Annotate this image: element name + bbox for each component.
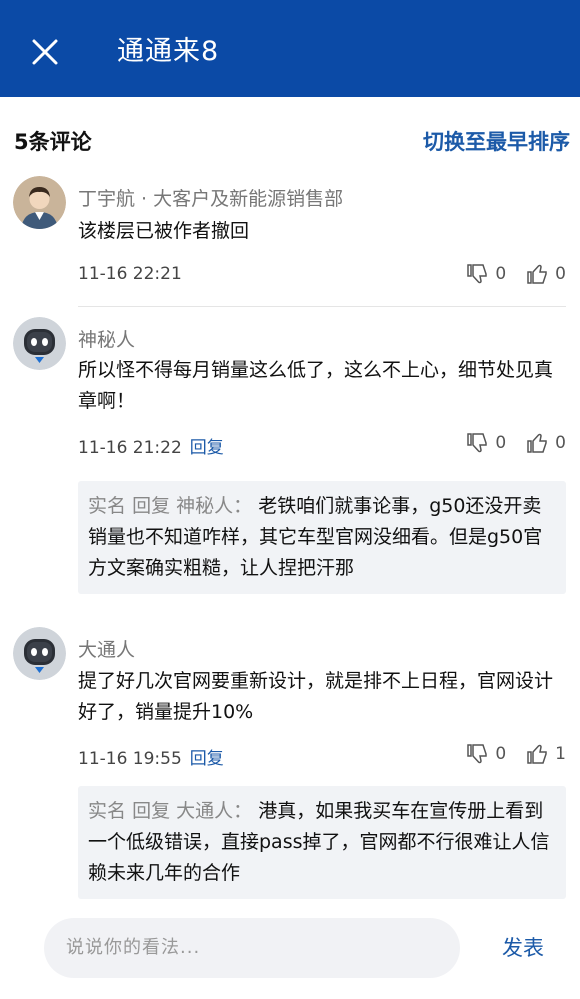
dislike-button[interactable]: 0 (466, 262, 506, 286)
dislike-count: 0 (495, 744, 507, 764)
comment-author[interactable]: 丁宇航 · 大客户及新能源销售部 (78, 184, 343, 211)
reply-keyword: 回复 (132, 800, 171, 822)
comment-input-bar: 说说你的看法... 发表 (0, 912, 580, 999)
comment-text: 提了好几次官网要重新设计，就是排不上日程，官网设计好了，销量提升10% (78, 670, 554, 723)
close-icon[interactable] (29, 36, 61, 68)
reply-target[interactable]: 神秘人： (176, 495, 252, 517)
comment-item: 神秘人 所以怪不得每月销量这么低了，这么不上心，细节处见真章啊！ 11-16 2… (0, 317, 580, 607)
submit-button[interactable]: 发表 (502, 932, 544, 962)
thumbs-down-icon (467, 264, 488, 284)
thumbs-up-icon (527, 433, 547, 453)
comment-actions: 0 0 (446, 262, 566, 286)
comments-toolbar: 5条评论 切换至最早排序 (0, 118, 580, 162)
like-count: 1 (555, 744, 566, 764)
comment-item: 大通人 提了好几次官网要重新设计，就是排不上日程，官网设计好了，销量提升10% … (0, 627, 580, 907)
thumbs-up-icon (527, 264, 547, 284)
comment-input[interactable]: 说说你的看法... (44, 918, 460, 978)
sort-toggle-button[interactable]: 切换至最早排序 (423, 126, 570, 156)
reply-button[interactable]: 回复 (190, 438, 224, 458)
like-count: 0 (555, 433, 566, 453)
reply-box: 实名 回复 神秘人： 老铁咱们就事论事，g50还没开卖销量也不知道咋样，其它车型… (78, 481, 566, 594)
comment-time: 11-16 19:55 (78, 749, 182, 769)
reply-author[interactable]: 实名 (88, 495, 126, 517)
robot-avatar[interactable] (13, 627, 66, 680)
comment-text: 所以怪不得每月销量这么低了，这么不上心，细节处见真章啊！ (78, 359, 554, 412)
comment-meta: 11-16 19:55 回复 (78, 744, 224, 769)
comment-author[interactable]: 大通人 (78, 635, 135, 662)
reply-target[interactable]: 大通人： (176, 800, 252, 822)
comment-meta: 11-16 22:21 (78, 264, 182, 284)
comment-item: 丁宇航 · 大客户及新能源销售部 该楼层已被作者撤回 11-16 22:21 0… (0, 176, 580, 306)
like-button[interactable]: 0 (526, 431, 566, 455)
dislike-count: 0 (495, 433, 507, 453)
comment-text: 该楼层已被作者撤回 (78, 220, 250, 242)
thumbs-up-icon (527, 744, 547, 764)
comment-author[interactable]: 神秘人 (78, 325, 135, 352)
comment-meta: 11-16 21:22 回复 (78, 433, 224, 458)
dislike-button[interactable]: 0 (466, 431, 506, 455)
comment-count: 5条评论 (14, 130, 92, 154)
thumbs-down-icon (467, 744, 488, 764)
reply-box: 实名 回复 大通人： 港真，如果我买车在宣传册上看到一个低级错误，直接pass掉… (78, 786, 566, 899)
reply-keyword: 回复 (132, 495, 171, 517)
like-button[interactable]: 1 (526, 742, 566, 766)
reply-button[interactable]: 回复 (190, 749, 224, 769)
comment-actions: 0 0 (446, 431, 566, 455)
comment-time: 11-16 21:22 (78, 438, 182, 458)
reply-author[interactable]: 实名 (88, 800, 126, 822)
thumbs-down-icon (467, 433, 488, 453)
like-button[interactable]: 0 (526, 262, 566, 286)
comment-time: 11-16 22:21 (78, 264, 182, 284)
like-count: 0 (555, 264, 566, 284)
dislike-button[interactable]: 0 (466, 742, 506, 766)
top-bar: 通通来8 (0, 0, 580, 97)
dislike-count: 0 (495, 264, 507, 284)
divider (78, 306, 566, 307)
robot-avatar[interactable] (13, 317, 66, 370)
person-avatar[interactable] (13, 176, 66, 229)
page-title: 通通来8 (117, 36, 220, 67)
comment-actions: 0 1 (446, 742, 566, 766)
